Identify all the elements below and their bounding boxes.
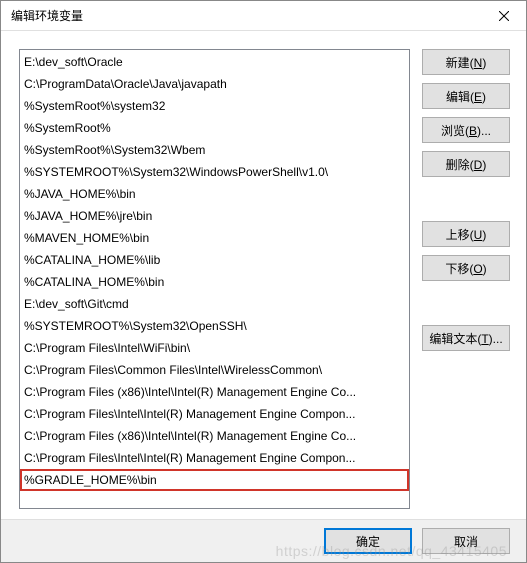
- cancel-button[interactable]: 取消: [422, 528, 510, 554]
- list-item[interactable]: %SystemRoot%\system32: [20, 95, 409, 117]
- list-item[interactable]: %MAVEN_HOME%\bin: [20, 227, 409, 249]
- list-item[interactable]: E:\dev_soft\Oracle: [20, 51, 409, 73]
- list-item[interactable]: C:\Program Files\Intel\Intel(R) Manageme…: [20, 403, 409, 425]
- delete-button[interactable]: 删除(D): [422, 151, 510, 177]
- list-item[interactable]: C:\ProgramData\Oracle\Java\javapath: [20, 73, 409, 95]
- spacer: [422, 185, 510, 213]
- spacer: [422, 289, 510, 317]
- list-item[interactable]: %CATALINA_HOME%\lib: [20, 249, 409, 271]
- button-column: 新建(N) 编辑(E) 浏览(B)... 删除(D) 上移(U) 下移(O) 编…: [422, 49, 510, 509]
- ok-button[interactable]: 确定: [324, 528, 412, 554]
- dialog-window: 编辑环境变量 E:\dev_soft\OracleC:\ProgramData\…: [0, 0, 527, 563]
- move-down-button[interactable]: 下移(O): [422, 255, 510, 281]
- window-title: 编辑环境变量: [11, 7, 83, 24]
- list-item[interactable]: C:\Program Files (x86)\Intel\Intel(R) Ma…: [20, 425, 409, 447]
- list-item[interactable]: C:\Program Files\Intel\WiFi\bin\: [20, 337, 409, 359]
- list-item[interactable]: %GRADLE_HOME%\bin: [20, 469, 409, 491]
- browse-button[interactable]: 浏览(B)...: [422, 117, 510, 143]
- list-item[interactable]: %SYSTEMROOT%\System32\WindowsPowerShell\…: [20, 161, 409, 183]
- list-item[interactable]: C:\Program Files\Intel\Intel(R) Manageme…: [20, 447, 409, 469]
- dialog-content: E:\dev_soft\OracleC:\ProgramData\Oracle\…: [1, 31, 526, 519]
- list-item[interactable]: C:\Program Files (x86)\Intel\Intel(R) Ma…: [20, 381, 409, 403]
- list-item[interactable]: %CATALINA_HOME%\bin: [20, 271, 409, 293]
- list-item[interactable]: %JAVA_HOME%\bin: [20, 183, 409, 205]
- list-item[interactable]: %SystemRoot%: [20, 117, 409, 139]
- list-item[interactable]: %SYSTEMROOT%\System32\OpenSSH\: [20, 315, 409, 337]
- edit-button[interactable]: 编辑(E): [422, 83, 510, 109]
- list-item[interactable]: %SystemRoot%\System32\Wbem: [20, 139, 409, 161]
- close-button[interactable]: [481, 1, 526, 31]
- path-listbox[interactable]: E:\dev_soft\OracleC:\ProgramData\Oracle\…: [19, 49, 410, 509]
- move-up-button[interactable]: 上移(U): [422, 221, 510, 247]
- dialog-footer: 确定 取消: [1, 519, 526, 562]
- listbox-wrap: E:\dev_soft\OracleC:\ProgramData\Oracle\…: [19, 49, 410, 509]
- list-item[interactable]: E:\dev_soft\Git\cmd: [20, 293, 409, 315]
- titlebar: 编辑环境变量: [1, 1, 526, 31]
- edit-text-button[interactable]: 编辑文本(T)...: [422, 325, 510, 351]
- list-item[interactable]: C:\Program Files\Common Files\Intel\Wire…: [20, 359, 409, 381]
- new-button[interactable]: 新建(N): [422, 49, 510, 75]
- close-icon: [499, 11, 509, 21]
- list-item[interactable]: %JAVA_HOME%\jre\bin: [20, 205, 409, 227]
